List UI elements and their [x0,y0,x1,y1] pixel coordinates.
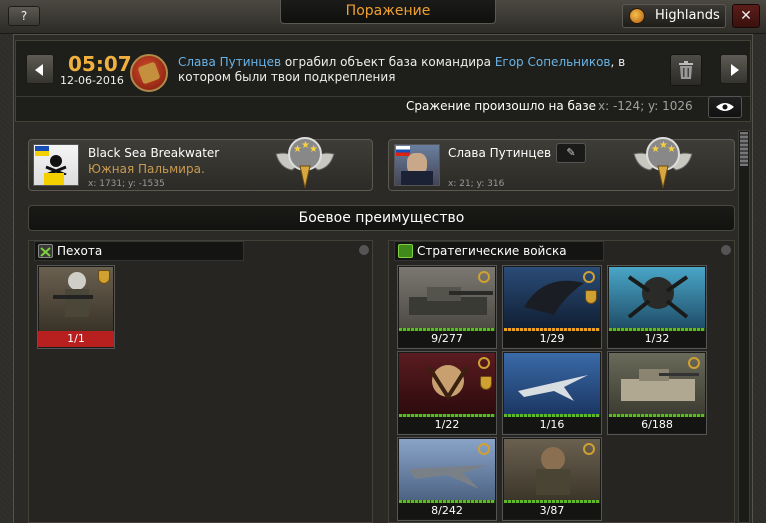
unit-count: 1/32 [608,331,706,347]
unit-card-predator[interactable]: 1/22 [397,351,497,435]
unit-count: 6/188 [608,417,706,433]
unit-card-commando[interactable]: 3/87 [502,437,602,521]
pin-icon: ✎ [566,146,576,159]
commander-link[interactable]: Егор Сопельников [495,55,611,69]
chevron-right-icon [731,64,739,76]
target-icon [478,271,490,283]
unit-card-beast[interactable]: 1/32 [607,265,707,349]
report-date: 12-06-2016 [60,74,124,87]
close-x-icon[interactable] [38,244,53,258]
infantry-header: Пехота [34,241,244,261]
info-icon[interactable] [721,245,731,255]
battle-coords[interactable]: x: -124; y: 1026 [598,99,693,113]
window-title: Поражение [280,0,496,24]
battle-report-window: ? Поражение Highlands ✕ 05:07 12-06-2016… [0,0,766,523]
target-icon [478,357,490,369]
checkbox-icon[interactable] [398,244,413,258]
unit-count: 1/16 [503,417,601,433]
pirate-flag-icon [33,144,79,186]
server-name: Highlands [655,8,720,23]
shield-icon [480,376,492,390]
server-button[interactable]: Highlands [622,4,726,28]
jet-icon [504,353,600,417]
unit-count: 9/277 [398,331,496,347]
player-coords[interactable]: x: 1731; y: -1535 [88,179,165,189]
help-button[interactable]: ? [8,6,40,26]
unit-card-alien[interactable]: 1/29 [502,265,602,349]
strategic-header: Стратегические войска [394,241,604,261]
svg-text:★: ★ [309,144,318,155]
unit-card-aircraft[interactable]: 8/242 [397,437,497,521]
target-icon [478,443,490,455]
prev-report-button[interactable] [26,54,54,84]
beast-icon [609,267,705,331]
unit-count: 1/29 [503,331,601,347]
scrollbar-thumb[interactable] [740,132,748,166]
player-avatar [394,144,440,186]
target-icon [583,443,595,455]
shield-icon [98,270,110,284]
defeat-medal-icon [130,54,168,92]
strategic-title: Стратегические войска [417,244,567,258]
unit-card-ifv[interactable]: 6/188 [607,351,707,435]
general-rank-icon: ★ ★ ★ [275,137,335,189]
close-button[interactable]: ✕ [732,4,760,28]
player-coords[interactable]: x: 21; y: 316 [448,179,504,189]
info-icon[interactable] [359,245,369,255]
view-button[interactable] [708,96,742,118]
globe-icon [629,8,645,24]
target-icon [688,357,700,369]
infantry-title: Пехота [57,244,103,258]
battle-location-text: Сражение произошло на базе [406,99,597,113]
svg-text:★: ★ [667,144,676,155]
pin-button[interactable]: ✎ [556,143,586,163]
unit-card-infantry[interactable]: 1/1 [37,265,115,349]
player-city: Южная Пальмира. [88,162,205,176]
delete-button[interactable] [670,54,702,86]
top-bar: ? Поражение Highlands ✕ [0,0,766,34]
unit-count: 1/1 [38,331,114,347]
unit-count: 3/87 [503,503,601,519]
next-report-button[interactable] [720,54,748,84]
general-rank-icon: ★ ★ ★ [633,137,693,189]
unit-count: 1/22 [398,417,496,433]
unit-card-tank[interactable]: 9/277 [397,265,497,349]
chevron-left-icon [35,64,43,76]
report-message: Слава Путинцев ограбил объект база коман… [178,55,626,84]
eye-icon [716,103,734,111]
combat-advantage-header: Боевое преимущество [28,205,735,231]
unit-card-jet[interactable]: 1/16 [502,351,602,435]
trash-icon [679,61,693,79]
shield-icon [585,290,597,304]
unit-count: 8/242 [398,503,496,519]
target-icon [583,271,595,283]
player-name[interactable]: Слава Путинцев [448,146,551,160]
attacker-link[interactable]: Слава Путинцев [178,55,281,69]
report-time: 05:07 [68,52,132,76]
player-name[interactable]: Black Sea Breakwater [88,146,219,160]
scrollbar[interactable] [738,130,750,523]
